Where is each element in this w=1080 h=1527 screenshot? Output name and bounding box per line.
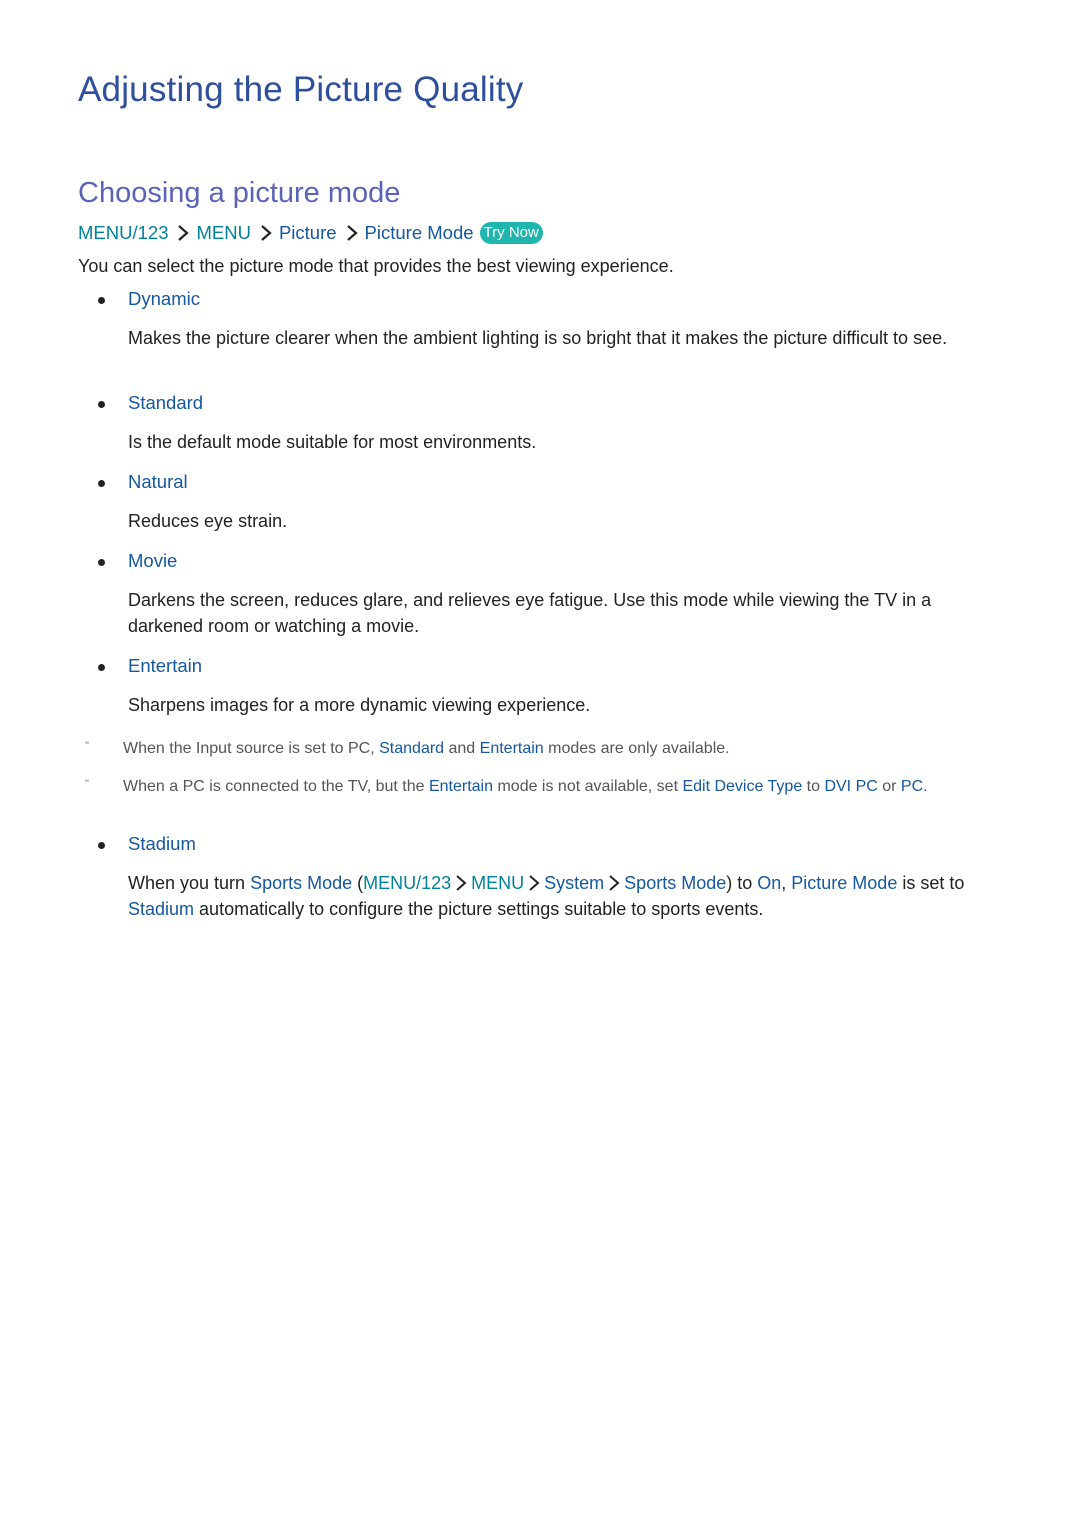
note-text-part: . (923, 778, 928, 795)
desc-text-part: automatically to configure the picture s… (194, 899, 764, 919)
path-item-system: System (544, 873, 605, 893)
mode-name: Natural (128, 471, 188, 492)
mode-description: Reduces eye strain. (128, 511, 288, 531)
note-link-edit-device-type: Edit Device Type (682, 778, 803, 795)
chevron-right-icon (529, 875, 540, 891)
note-text: When a PC is connected to the TV, but th… (123, 775, 1003, 798)
breadcrumb: MENU/123 MENU Picture Picture Mode Try N… (78, 222, 543, 244)
bullet-icon (98, 297, 105, 304)
mode-description: Darkens the screen, reduces glare, and r… (128, 590, 932, 636)
note-link-dvi-pc: DVI PC (824, 778, 878, 795)
note-link-entertain: Entertain (479, 740, 544, 757)
note-link-standard: Standard (379, 740, 445, 757)
note-link-entertain: Entertain (428, 778, 494, 795)
section-title: Choosing a picture mode (78, 177, 401, 209)
intro-text: You can select the picture mode that pro… (78, 256, 674, 276)
bullet-icon (98, 664, 105, 671)
link-picture-mode: Picture Mode (791, 873, 898, 893)
breadcrumb-item-picture: Picture (278, 222, 337, 243)
note-text-part: mode is not available, set (493, 778, 683, 795)
chevron-right-icon (178, 225, 190, 241)
link-sports-mode: Sports Mode (250, 873, 353, 893)
note-icon: " (85, 740, 89, 752)
link-on: On (757, 873, 782, 893)
note-link-pc: PC (900, 778, 924, 795)
desc-text-part: , (781, 873, 792, 893)
mode-description: Makes the picture clearer when the ambie… (128, 328, 948, 348)
mode-name: Standard (128, 392, 204, 413)
desc-text-part: When you turn (128, 873, 251, 893)
bullet-icon (98, 842, 105, 849)
try-now-button[interactable]: Try Now (479, 222, 543, 244)
path-item-sports-mode: Sports Mode (624, 873, 727, 893)
page-title: Adjusting the Picture Quality (78, 70, 524, 109)
breadcrumb-item-menu123: MENU/123 (78, 222, 169, 243)
link-stadium: Stadium (128, 899, 195, 919)
path-item-menu: MENU (471, 873, 525, 893)
note-text-part: to (802, 778, 825, 795)
breadcrumb-item-menu: MENU (196, 222, 251, 243)
note-text-part: and (444, 740, 480, 757)
mode-description: When you turn Sports Mode (MENU/123 MENU S… (128, 870, 1008, 922)
bullet-icon (98, 480, 105, 487)
path-item-menu123: MENU/123 (363, 873, 452, 893)
mode-description: Is the default mode suitable for most en… (128, 432, 537, 452)
note-text-part: modes are only available. (543, 740, 730, 757)
chevron-right-icon (609, 875, 620, 891)
mode-name: Stadium (128, 833, 196, 854)
mode-name: Entertain (128, 655, 203, 676)
bullet-icon (98, 401, 105, 408)
mode-name: Dynamic (128, 288, 200, 309)
desc-text-part: ) to (726, 873, 758, 893)
note-text-part: When a PC is connected to the TV, but th… (123, 778, 429, 795)
mode-description: Sharpens images for a more dynamic viewi… (128, 695, 591, 715)
bullet-icon (98, 559, 105, 566)
note-text: When the Input source is set to PC, Stan… (123, 737, 1003, 760)
note-text-part: When the Input source is set to PC, (123, 740, 380, 757)
note-text-part: or (877, 778, 901, 795)
chevron-right-icon (346, 225, 358, 241)
desc-text-part: ( (352, 873, 364, 893)
note-icon: " (85, 778, 89, 790)
mode-name: Movie (128, 550, 178, 571)
breadcrumb-item-picture-mode: Picture Mode (364, 222, 474, 243)
chevron-right-icon (456, 875, 467, 891)
chevron-right-icon (261, 225, 272, 241)
desc-text-part: is set to (897, 873, 965, 893)
